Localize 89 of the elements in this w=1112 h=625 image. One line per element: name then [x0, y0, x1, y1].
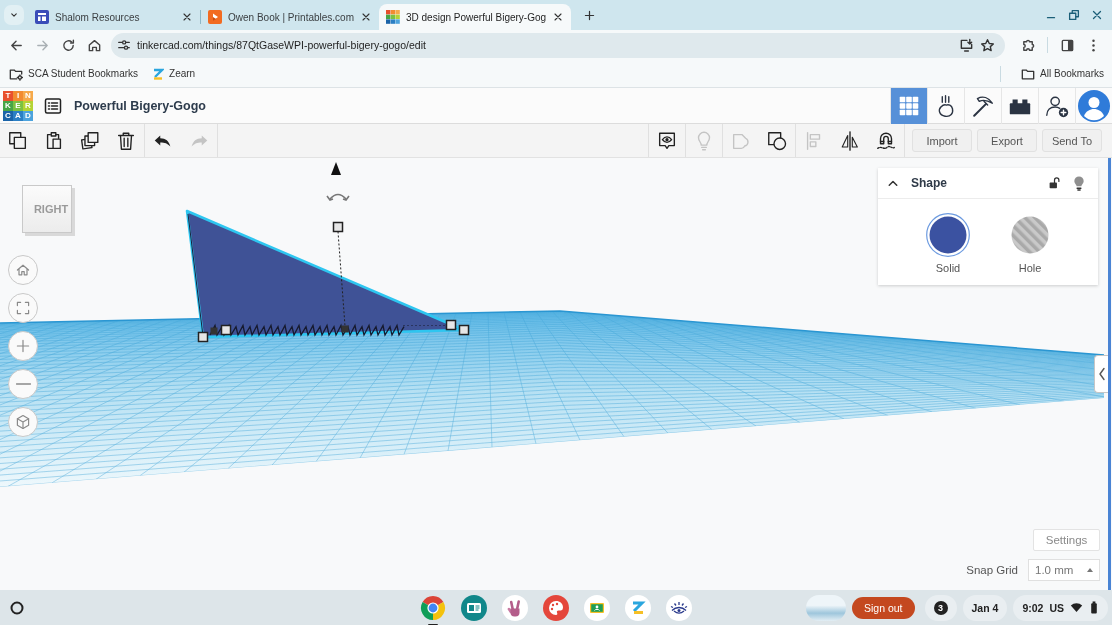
- battery-icon: [1089, 601, 1099, 614]
- frame-corners-icon: [15, 300, 31, 316]
- site-logo-icon: [208, 10, 222, 24]
- toolbar-button[interactable]: Import: [912, 129, 972, 152]
- palette-icon[interactable]: [543, 594, 569, 621]
- input-method-label: US: [1049, 601, 1064, 614]
- bookmark-item[interactable]: SCA Student Bookmarks: [9, 66, 139, 81]
- notification-counter: 3: [933, 600, 948, 615]
- resize-handle[interactable]: [220, 324, 232, 336]
- panel-title: Shape: [911, 176, 948, 190]
- base-handle[interactable]: [341, 325, 349, 333]
- minus-icon: [15, 383, 31, 385]
- logo-tile: E: [13, 100, 23, 111]
- unlock-icon[interactable]: [1048, 176, 1061, 190]
- rotate-arrow-icon[interactable]: [326, 193, 350, 201]
- toolbar-button[interactable]: Export: [977, 129, 1037, 152]
- logo-tile: D: [23, 110, 33, 121]
- id-card-icon[interactable]: [461, 594, 487, 621]
- logo-tile: K: [3, 100, 13, 111]
- close-icon[interactable]: [181, 11, 193, 23]
- home-icon: [15, 262, 31, 278]
- puzzle-icon[interactable]: [1020, 37, 1036, 53]
- shape-type-option[interactable]: Solid: [924, 213, 972, 274]
- plus-icon: [15, 338, 31, 354]
- logo-tile: T: [3, 90, 13, 101]
- duplicate-icon[interactable]: [79, 129, 101, 152]
- resize-handle[interactable]: [197, 331, 209, 343]
- panel-toggle-button[interactable]: [1094, 355, 1108, 393]
- plus-icon: [582, 8, 596, 22]
- bookmark-item[interactable]: Zearn: [152, 66, 196, 81]
- copy-icon[interactable]: [7, 129, 29, 152]
- cube-icon: [15, 414, 31, 430]
- browser-tab[interactable]: Owen Book | Printables.com: [201, 4, 379, 30]
- close-icon[interactable]: [360, 11, 372, 23]
- settings-button[interactable]: Settings: [1033, 529, 1100, 551]
- date-tray-button[interactable]: Jan 4: [962, 594, 1008, 621]
- managed-folder-icon: [9, 66, 23, 81]
- square-circle-icon[interactable]: [766, 129, 788, 152]
- wifi-icon: [1070, 601, 1083, 614]
- chalkboard-icon[interactable]: [584, 594, 610, 621]
- snap-grid-label: Snap Grid: [966, 564, 1018, 576]
- shape-type-option[interactable]: Hole: [1006, 213, 1054, 274]
- design-title: Powerful Bigery-Gogo: [74, 98, 206, 113]
- hand-icon[interactable]: [502, 594, 528, 621]
- star-icon[interactable]: [980, 37, 995, 53]
- home-view-button[interactable]: [8, 255, 38, 285]
- layout-icon: [35, 10, 49, 24]
- caret-up-icon: [1087, 568, 1093, 572]
- resize-handle[interactable]: [445, 319, 457, 331]
- browser-tab[interactable]: Shalom Resources: [28, 4, 200, 30]
- toolbar-button[interactable]: Send To: [1042, 129, 1102, 152]
- chevron-left-icon: [1097, 367, 1106, 381]
- list-icon[interactable]: [44, 96, 62, 115]
- browser-tab[interactable]: 3D design Powerful Bigery-Gog: [379, 4, 572, 30]
- tile-grid-icon: [386, 10, 400, 24]
- reload-icon[interactable]: [60, 37, 76, 53]
- sign-out-button[interactable]: Sign out: [852, 596, 915, 619]
- lightbulb-icon[interactable]: [1073, 175, 1085, 191]
- triangle-shape[interactable]: [185, 209, 470, 343]
- avatar-icon[interactable]: [1078, 89, 1110, 122]
- snap-grid-select[interactable]: 1.0 mm: [1028, 559, 1100, 581]
- monitor-download-icon[interactable]: [959, 37, 974, 53]
- mirror-icon[interactable]: [839, 129, 861, 152]
- notification-tray-button[interactable]: 3: [924, 594, 957, 621]
- logo-tile: N: [23, 90, 33, 101]
- fit-view-button[interactable]: [8, 293, 38, 323]
- folder-icon: [1021, 66, 1036, 81]
- clock-time: 9:02: [1022, 601, 1044, 614]
- resize-handle[interactable]: [458, 324, 470, 336]
- status-tray-button[interactable]: 9:02 US: [1013, 594, 1108, 621]
- resize-handle[interactable]: [332, 221, 344, 233]
- side-panel-icon[interactable]: [1059, 37, 1075, 53]
- lift-cone-handle[interactable]: [331, 162, 341, 175]
- launcher-icon[interactable]: [9, 599, 25, 616]
- all-bookmarks-button[interactable]: All Bookmarks: [1021, 66, 1104, 81]
- logo-tile: A: [13, 110, 23, 121]
- z-logo-icon: [152, 66, 165, 81]
- tune-icon[interactable]: [117, 38, 131, 52]
- eye-icon[interactable]: [666, 594, 692, 621]
- base-handle[interactable]: [210, 327, 218, 335]
- screenshot-thumbnail[interactable]: [806, 594, 846, 621]
- address-bar[interactable]: tinkercad.com/things/87QtGaseWPI-powerful-bigery-gogo/edit: [111, 32, 1005, 58]
- logo-tile: I: [13, 90, 23, 101]
- browser-icon[interactable]: [420, 594, 446, 621]
- close-icon[interactable]: [1090, 8, 1104, 22]
- restore-icon[interactable]: [1067, 8, 1081, 22]
- logo-tile: C: [3, 110, 13, 121]
- logo-tile: R: [23, 100, 33, 111]
- home-icon[interactable]: [86, 37, 102, 53]
